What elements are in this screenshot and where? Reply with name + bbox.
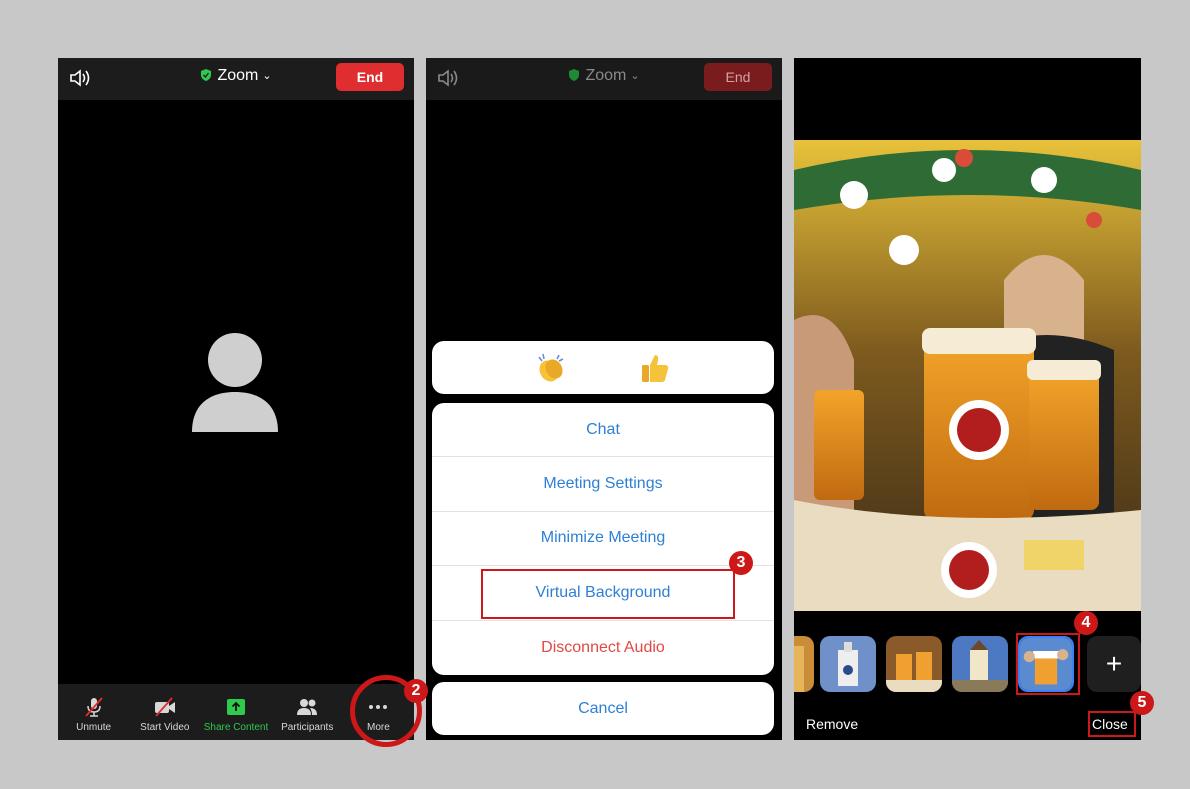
start-video-button[interactable]: Start Video	[129, 684, 200, 740]
thumbs-up-icon[interactable]	[638, 351, 672, 385]
chevron-down-icon: ⌄	[630, 70, 640, 82]
chevron-down-icon: ⌄	[262, 70, 272, 82]
shield-icon	[569, 69, 580, 81]
unmute-label: Unmute	[76, 722, 112, 733]
thumbnail-image	[886, 636, 942, 692]
share-content-button[interactable]: Share Content	[200, 684, 271, 740]
end-button[interactable]: End	[336, 63, 404, 91]
participants-icon	[297, 699, 318, 715]
video-off-icon	[154, 697, 175, 717]
background-thumbnail[interactable]	[886, 636, 942, 692]
remove-button[interactable]: Remove	[806, 716, 858, 732]
step-badge-5: 5	[1130, 691, 1154, 715]
virtual-background-screen: + Remove Close	[794, 58, 1141, 740]
menu-item-chat[interactable]: Chat	[432, 403, 774, 458]
thumbnail-image	[794, 636, 814, 692]
background-thumbnail[interactable]	[820, 636, 876, 692]
background-thumbnail[interactable]	[794, 636, 814, 692]
menu-item-meeting-settings[interactable]: Meeting Settings	[432, 457, 774, 512]
avatar-placeholder-icon	[192, 333, 278, 432]
participants-button[interactable]: Participants	[272, 684, 343, 740]
thumbnail-highlight	[1016, 633, 1080, 695]
meeting-title-text: Zoom	[217, 67, 259, 84]
more-menu: Chat Meeting Settings Minimize Meeting V…	[432, 403, 774, 675]
share-content-icon	[227, 699, 245, 715]
add-background-button[interactable]: +	[1087, 636, 1141, 692]
share-content-label: Share Content	[203, 722, 269, 733]
background-thumbnail[interactable]	[952, 636, 1008, 692]
participants-label: Participants	[281, 722, 334, 733]
step-badge-4: 4	[1074, 611, 1098, 635]
step-badge-3: 3	[729, 551, 753, 575]
end-button: End	[704, 63, 772, 91]
background-thumbnails: +	[794, 636, 1141, 694]
meeting-screen: Zoom ⌄ End Unmute Start Video Share Conte…	[58, 58, 414, 740]
virtual-background-preview	[794, 140, 1141, 611]
thumbnail-image	[952, 636, 1008, 692]
shield-icon	[201, 69, 212, 81]
microphone-muted-icon	[84, 697, 103, 717]
thumbnail-image	[820, 636, 876, 692]
top-bar-dimmed: Zoom ⌄ End	[426, 58, 782, 100]
reactions-bar	[432, 341, 774, 394]
step-badge-2: 2	[404, 679, 428, 703]
menu-item-minimize-meeting[interactable]: Minimize Meeting	[432, 512, 774, 567]
clapping-hands-icon[interactable]	[534, 351, 568, 385]
cancel-button[interactable]: Cancel	[432, 682, 774, 735]
virtual-background-highlight	[481, 569, 735, 619]
menu-item-disconnect-audio[interactable]: Disconnect Audio	[432, 621, 774, 675]
top-bar: Zoom ⌄ End	[58, 58, 414, 100]
close-button-highlight	[1088, 711, 1136, 737]
unmute-button[interactable]: Unmute	[58, 684, 129, 740]
meeting-title-text: Zoom	[585, 67, 627, 84]
more-menu-screen: Zoom ⌄ End Chat Meeting Settings Minimize…	[426, 58, 782, 740]
start-video-label: Start Video	[140, 722, 190, 733]
